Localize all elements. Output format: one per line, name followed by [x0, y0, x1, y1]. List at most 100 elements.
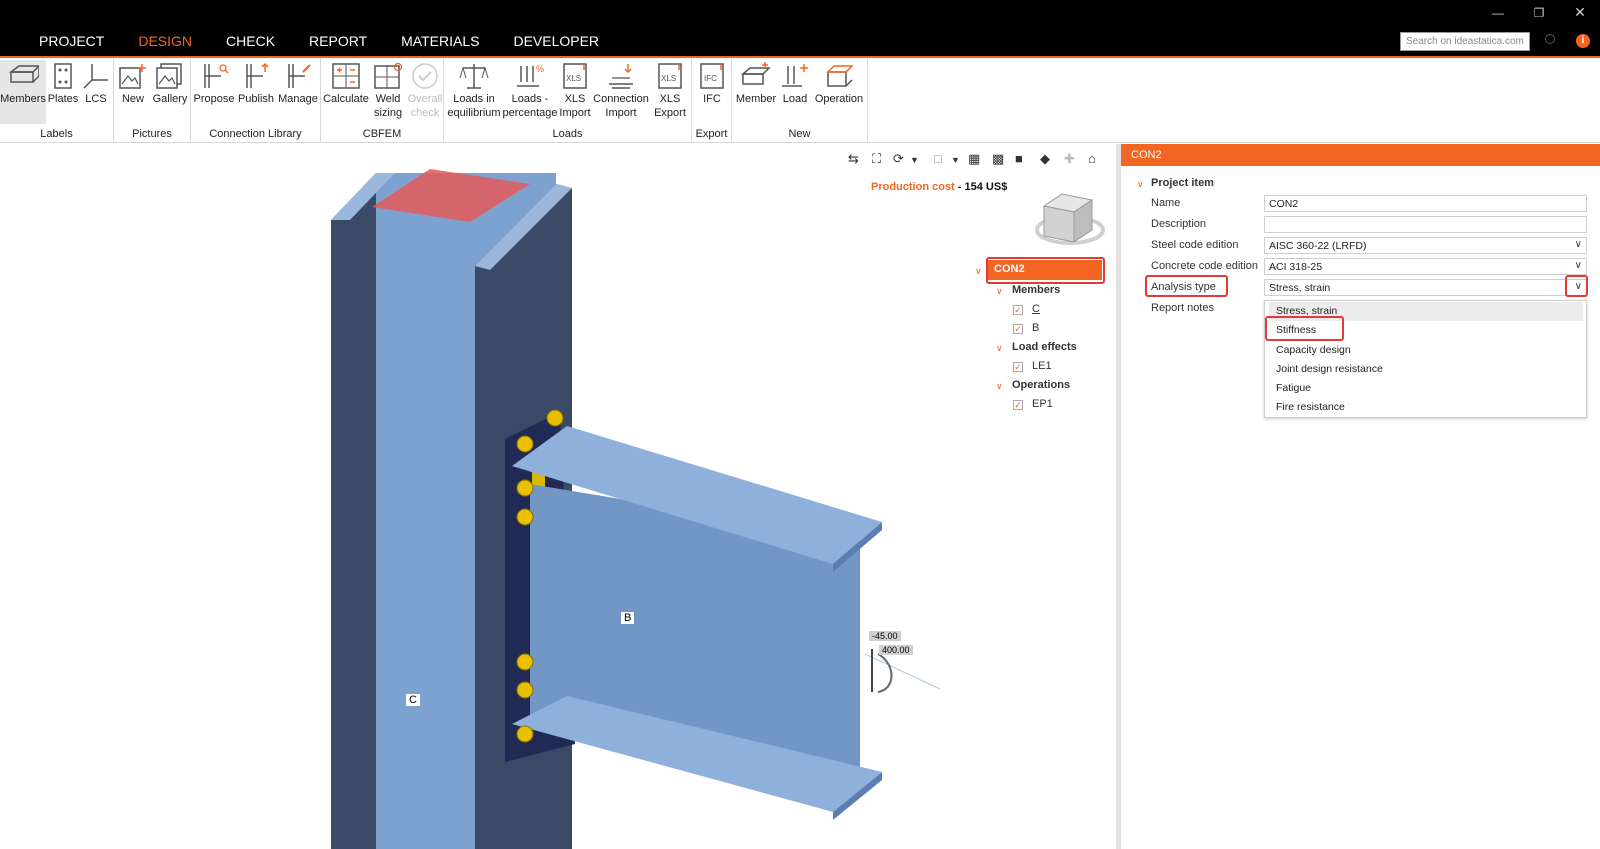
chevron-down-icon[interactable]: ∨: [1575, 260, 1582, 271]
tab-project[interactable]: PROJECT: [22, 30, 121, 52]
xls-import-button[interactable]: XLS XLS Import: [558, 60, 592, 120]
option-stress-strain[interactable]: Stress, strain: [1269, 302, 1583, 321]
tree-item-member-c[interactable]: C: [1032, 303, 1040, 315]
option-fire-resistance[interactable]: Fire resistance: [1269, 398, 1583, 417]
home-icon[interactable]: ⌂: [1088, 151, 1096, 166]
tree-collapse-icon[interactable]: ∨: [996, 381, 1003, 392]
analysis-type-label: Analysis type: [1151, 281, 1216, 293]
tree-root-con2[interactable]: CON2: [988, 260, 1102, 280]
xls-export-button[interactable]: XLS XLS Export: [650, 60, 690, 120]
loads-in-equilibrium-button[interactable]: Loads in equilibrium: [446, 60, 502, 120]
overall-check-icon: [412, 63, 438, 89]
chevron-down-icon[interactable]: ▼: [951, 155, 960, 165]
publish-button[interactable]: Publish: [235, 60, 277, 106]
info-icon[interactable]: i: [1576, 34, 1590, 48]
ifc-icon: IFC: [700, 63, 724, 89]
search-icon[interactable]: [1545, 34, 1555, 44]
search-input[interactable]: Search on ideastatica.com: [1400, 32, 1530, 51]
axis-icon[interactable]: ✚: [1064, 151, 1075, 167]
rotate-icon[interactable]: ⟳: [893, 151, 904, 167]
tree-collapse-icon[interactable]: ∨: [975, 266, 982, 277]
production-cost: Production cost - 154 US$: [871, 181, 1008, 193]
tree-item-le1[interactable]: LE1: [1032, 360, 1052, 372]
report-notes-label: Report notes: [1151, 302, 1214, 314]
tree-item-member-b[interactable]: B: [1032, 322, 1039, 334]
tab-design[interactable]: DESIGN: [121, 30, 209, 52]
analysis-type-select[interactable]: Stress, strain ∨: [1264, 279, 1587, 296]
new-load-button[interactable]: Load: [778, 60, 812, 106]
checkbox-icon[interactable]: ✓: [1013, 324, 1023, 334]
weld-sizing-icon: [374, 62, 403, 89]
ribbon-group-new: Member Load Operation New: [732, 58, 868, 143]
weld-sizing-button[interactable]: Weld sizing: [369, 60, 407, 120]
minimize-icon[interactable]: —: [1483, 6, 1513, 20]
members-button[interactable]: Members: [0, 60, 46, 124]
ribbon: Members Plates LCS Labels New Gallery Pi…: [0, 58, 1600, 143]
chevron-down-icon[interactable]: ∨: [1575, 239, 1582, 250]
concrete-code-select[interactable]: ACI 318-25 ∨: [1264, 258, 1587, 275]
clip-icon[interactable]: □: [934, 151, 942, 166]
concrete-code-label: Concrete code edition: [1151, 260, 1259, 272]
new-member-button[interactable]: Member: [734, 60, 778, 106]
plates-button[interactable]: Plates: [46, 60, 80, 106]
new-operation-icon: [826, 65, 854, 87]
close-icon[interactable]: ✕: [1565, 4, 1595, 21]
solid-view-icon[interactable]: ■: [1015, 151, 1023, 166]
restore-icon[interactable]: ❐: [1524, 6, 1554, 20]
tree-section-members[interactable]: Members: [1012, 284, 1060, 296]
section-view-icon[interactable]: ◆: [1040, 151, 1050, 167]
ribbon-group-label: Connection Library: [209, 128, 302, 140]
new-operation-button[interactable]: Operation: [812, 60, 866, 106]
option-joint-design-resistance[interactable]: Joint design resistance: [1269, 360, 1583, 379]
tree-section-operations[interactable]: Operations: [1012, 379, 1070, 391]
tab-report[interactable]: REPORT: [292, 30, 384, 52]
xls-export-icon: XLS: [658, 63, 682, 89]
navigation-cube[interactable]: [1035, 193, 1105, 245]
checkbox-icon[interactable]: ✓: [1013, 362, 1023, 372]
tab-developer[interactable]: DEVELOPER: [496, 30, 616, 52]
chevron-down-icon[interactable]: ▼: [910, 155, 919, 165]
name-field[interactable]: CON2: [1264, 195, 1587, 212]
tree-section-load-effects[interactable]: Load effects: [1012, 341, 1077, 353]
section-collapse-icon[interactable]: ∨: [1137, 179, 1144, 190]
chevron-down-icon[interactable]: ∨: [1575, 281, 1582, 292]
ribbon-group-label: Pictures: [132, 128, 172, 140]
new-picture-button[interactable]: New: [117, 60, 149, 106]
3d-viewport[interactable]: B C -45.00 400.00 Production cost - 154 …: [0, 144, 1118, 849]
option-stiffness[interactable]: Stiffness: [1269, 321, 1583, 340]
tree-item-ep1[interactable]: EP1: [1032, 398, 1053, 410]
checkbox-icon[interactable]: ✓: [1013, 400, 1023, 410]
ribbon-group-labels: Members Plates LCS Labels: [0, 58, 114, 143]
calculate-button[interactable]: Calculate: [323, 60, 369, 106]
gallery-button[interactable]: Gallery: [150, 60, 190, 106]
transparent-view-icon[interactable]: ▩: [992, 151, 1004, 167]
tree-collapse-icon[interactable]: ∨: [996, 286, 1003, 297]
zoom-extents-icon[interactable]: ⛶: [872, 151, 881, 167]
tab-check[interactable]: CHECK: [209, 30, 292, 52]
ribbon-group-cbfem: Calculate Weld sizing Overall check CBFE…: [321, 58, 444, 143]
manage-button[interactable]: Manage: [277, 60, 319, 106]
description-field[interactable]: [1264, 216, 1587, 233]
tree-collapse-icon[interactable]: ∨: [996, 343, 1003, 354]
propose-button[interactable]: Propose: [193, 60, 235, 106]
name-label: Name: [1151, 197, 1181, 209]
lcs-icon: [83, 64, 108, 89]
steel-code-label: Steel code edition: [1151, 239, 1239, 251]
svg-text:%: %: [536, 64, 544, 74]
ribbon-group-label: New: [788, 128, 811, 140]
wireframe-view-icon[interactable]: ▦: [968, 151, 980, 167]
new-load-icon: [782, 64, 808, 87]
connection-model[interactable]: [0, 144, 1118, 849]
option-capacity-design[interactable]: Capacity design: [1269, 341, 1583, 360]
overall-check-button[interactable]: Overall check: [407, 60, 443, 120]
ifc-button[interactable]: IFC IFC: [694, 60, 730, 106]
steel-code-select[interactable]: AISC 360-22 (LRFD) ∨: [1264, 237, 1587, 254]
lcs-button[interactable]: LCS: [80, 60, 112, 106]
option-fatigue[interactable]: Fatigue: [1269, 379, 1583, 398]
connection-import-button[interactable]: Connection Import: [592, 60, 650, 120]
fit-width-icon[interactable]: ⇆: [848, 151, 859, 167]
loads-percentage-button[interactable]: % Loads - percentage: [502, 60, 558, 120]
tab-materials[interactable]: MATERIALS: [384, 30, 496, 52]
checkbox-icon[interactable]: ✓: [1013, 305, 1023, 315]
ribbon-group-label: Loads: [552, 128, 583, 140]
